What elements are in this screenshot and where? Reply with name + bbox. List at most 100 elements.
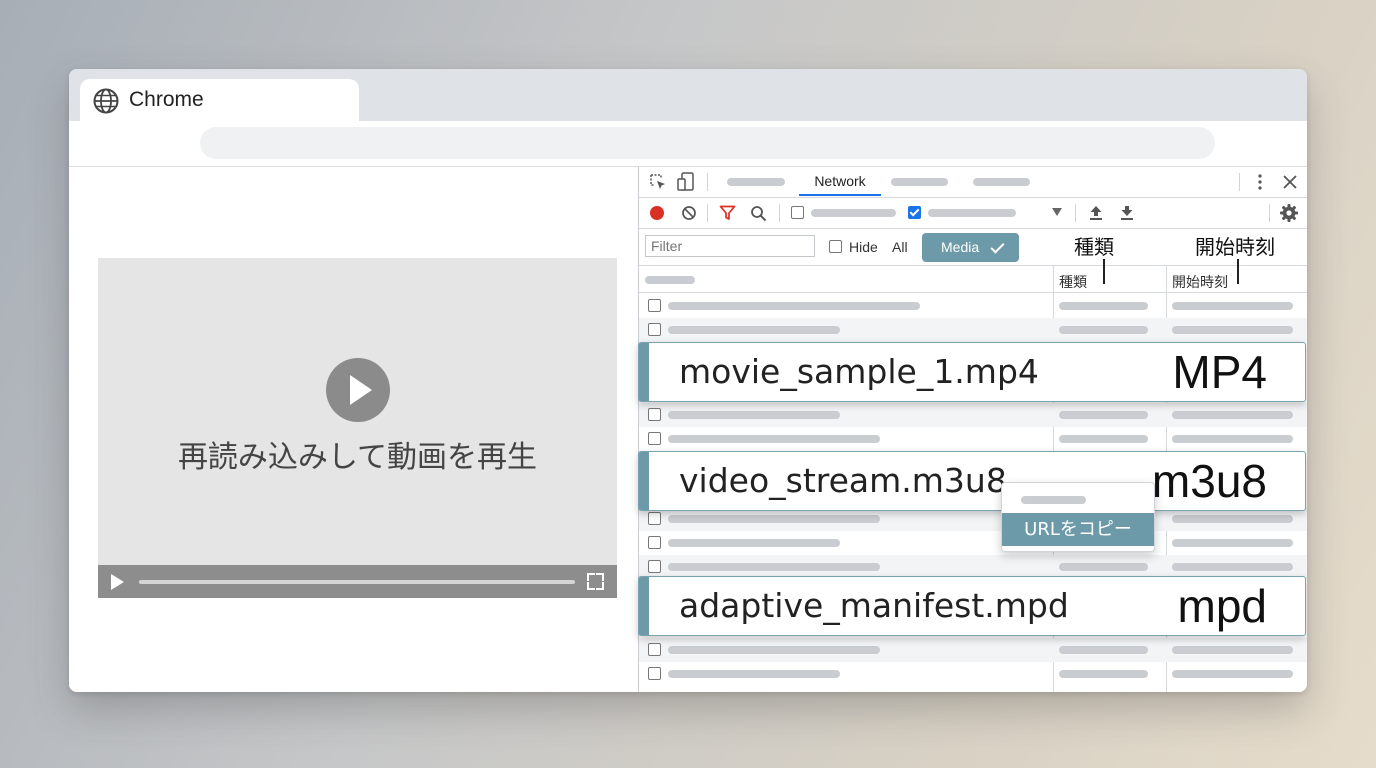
callout-line	[1237, 259, 1239, 284]
import-icon[interactable]	[1088, 204, 1104, 222]
row-checkbox[interactable]	[648, 323, 661, 336]
row-time-placeholder	[1172, 539, 1293, 547]
row-accent-bar	[639, 577, 649, 635]
tab-placeholder[interactable]	[891, 178, 948, 186]
tab-network[interactable]: Network	[799, 167, 881, 196]
tab-placeholder[interactable]	[727, 178, 785, 186]
callout-start-time: 開始時刻	[1195, 235, 1275, 259]
request-type: m3u8	[1151, 455, 1267, 507]
progress-bar[interactable]	[139, 580, 575, 584]
context-menu: URLをコピー	[1001, 482, 1155, 552]
hide-label: Hide	[849, 239, 878, 255]
row-name-placeholder	[668, 435, 880, 443]
media-label: Media	[941, 239, 980, 255]
media-request-row[interactable]: movie_sample_1.mp4 MP4	[638, 342, 1306, 402]
checkmark-icon	[990, 239, 1005, 254]
table-row[interactable]	[639, 403, 1307, 427]
table-header: 種類 開始時刻	[639, 265, 1307, 293]
separator	[779, 204, 780, 222]
table-row[interactable]	[639, 638, 1307, 662]
video-player[interactable]: 再読み込みして動画を再生	[98, 258, 617, 598]
callout-type: 種類	[1074, 235, 1114, 259]
record-icon[interactable]	[650, 206, 664, 220]
row-time-placeholder	[1172, 515, 1293, 523]
separator	[1269, 204, 1270, 222]
tab-placeholder[interactable]	[973, 178, 1030, 186]
play-icon[interactable]	[326, 358, 390, 422]
clear-icon[interactable]	[681, 205, 697, 221]
row-checkbox[interactable]	[648, 299, 661, 312]
table-row[interactable]	[639, 531, 1307, 555]
inspect-element-icon[interactable]	[649, 173, 667, 191]
separator	[707, 204, 708, 222]
play-button-icon[interactable]	[111, 574, 124, 590]
request-type: MP4	[1172, 346, 1267, 398]
row-checkbox[interactable]	[648, 560, 661, 573]
option-label-placeholder	[928, 209, 1016, 217]
globe-icon	[93, 88, 119, 114]
table-row[interactable]	[639, 318, 1307, 342]
row-name-placeholder	[668, 563, 880, 571]
row-time-placeholder	[1172, 670, 1293, 678]
search-icon[interactable]	[750, 205, 767, 222]
filter-bar: Hide All Media 種類 開始時刻	[639, 229, 1307, 265]
network-request-table: 種類 開始時刻 movie_sample_1.mp4 MP4 video_str…	[638, 259, 1307, 692]
device-toolbar-icon[interactable]	[677, 172, 695, 192]
row-checkbox[interactable]	[648, 432, 661, 445]
request-name: adaptive_manifest.mpd	[679, 586, 1069, 625]
row-accent-bar	[639, 343, 649, 401]
row-name-placeholder	[668, 411, 840, 419]
row-name-placeholder	[668, 646, 880, 654]
header-type[interactable]: 種類	[1059, 272, 1087, 292]
export-icon[interactable]	[1119, 204, 1135, 222]
separator	[1075, 204, 1076, 222]
devtools-tab-bar: Network	[639, 167, 1307, 198]
row-type-placeholder	[1059, 326, 1148, 334]
row-name-placeholder	[668, 302, 920, 310]
filter-all-button[interactable]: All	[892, 239, 908, 255]
web-page: 再読み込みして動画を再生	[69, 167, 638, 692]
row-name-placeholder	[668, 539, 840, 547]
row-checkbox[interactable]	[648, 667, 661, 680]
fullscreen-icon[interactable]	[587, 573, 604, 590]
browser-window: Chrome 再読み込みして動画を再生 Network Filter Hide …	[69, 69, 1307, 692]
tab-strip: Chrome	[69, 69, 1307, 123]
hide-checkbox[interactable]	[829, 240, 842, 253]
chevron-down-icon[interactable]	[1052, 208, 1062, 216]
filter-icon[interactable]	[719, 205, 736, 221]
row-time-placeholder	[1172, 302, 1293, 310]
close-icon[interactable]	[1282, 174, 1298, 190]
media-request-row[interactable]: video_stream.m3u8 m3u8	[638, 451, 1306, 511]
row-checkbox[interactable]	[648, 536, 661, 549]
row-checkbox[interactable]	[648, 408, 661, 421]
row-type-placeholder	[1059, 302, 1148, 310]
table-row[interactable]	[639, 427, 1307, 451]
header-start-time[interactable]: 開始時刻	[1172, 272, 1228, 292]
filter-media-button[interactable]: Media	[922, 233, 1019, 262]
row-time-placeholder	[1172, 326, 1293, 334]
tab-title: Chrome	[129, 88, 204, 111]
browser-tab[interactable]: Chrome	[80, 79, 359, 123]
row-name-placeholder	[668, 670, 840, 678]
header-name-placeholder	[645, 276, 695, 284]
network-toolbar	[639, 198, 1307, 229]
more-options-icon[interactable]	[1253, 173, 1267, 191]
row-checkbox[interactable]	[648, 512, 661, 525]
option-checkbox-checked[interactable]	[908, 206, 921, 219]
row-checkbox[interactable]	[648, 643, 661, 656]
media-request-row[interactable]: adaptive_manifest.mpd mpd	[638, 576, 1306, 636]
filter-input[interactable]	[645, 235, 815, 257]
copy-url-menu-item[interactable]: URLをコピー	[1002, 513, 1154, 546]
callout-line	[1103, 259, 1105, 284]
row-time-placeholder	[1172, 411, 1293, 419]
separator	[707, 173, 708, 191]
option-checkbox[interactable]	[791, 206, 804, 219]
table-row[interactable]	[639, 294, 1307, 318]
row-time-placeholder	[1172, 435, 1293, 443]
row-type-placeholder	[1059, 563, 1148, 571]
address-bar[interactable]	[200, 127, 1215, 159]
request-type: mpd	[1177, 580, 1267, 632]
gear-icon[interactable]	[1279, 203, 1299, 223]
table-row[interactable]	[639, 662, 1307, 686]
menu-item-placeholder[interactable]	[1021, 496, 1086, 504]
